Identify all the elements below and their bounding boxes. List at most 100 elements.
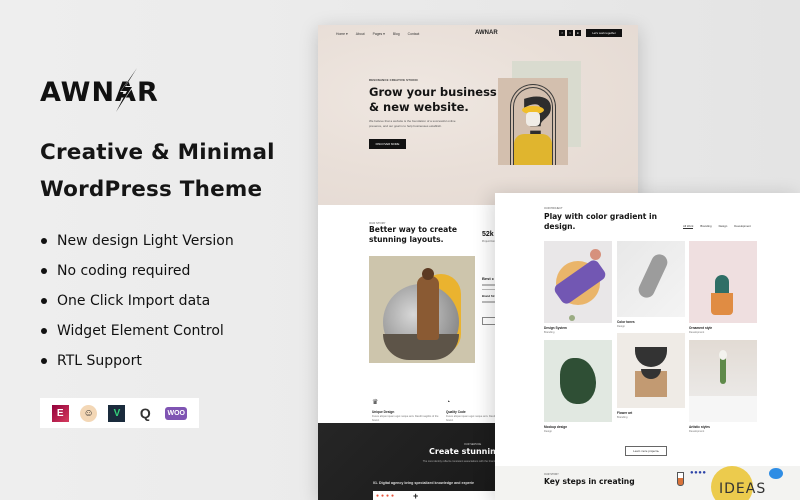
project-title: Color tones — [617, 320, 635, 324]
revolution-slider-icon: Q — [139, 405, 151, 421]
ideas-text: IDEAS — [719, 481, 767, 497]
project-card[interactable]: Color tones Design — [617, 241, 685, 328]
feature-item: New design Light Version — [40, 226, 234, 256]
hero-eyebrow: RESONANCE CREATIVE STUDIO — [369, 78, 418, 82]
bullet-icon — [41, 358, 47, 364]
bullet-icon — [41, 238, 47, 244]
headline-line-1: Creative & Minimal — [40, 140, 275, 165]
project-image — [544, 241, 612, 323]
linkedin-icon[interactable]: in — [575, 30, 581, 36]
project-category: Development — [689, 430, 705, 433]
project-title: Design System — [544, 326, 567, 330]
project-card[interactable]: Flower art Branding — [617, 333, 685, 419]
green-dot — [569, 315, 575, 321]
head-shape — [422, 268, 434, 280]
project-card[interactable]: Ornament style Development — [689, 241, 757, 334]
bullet-icon — [41, 298, 47, 304]
feature-item: Widget Element Control — [40, 316, 234, 346]
top-nav: Home ▾ About Pages ▾ Blog Contact AWNAR … — [318, 25, 638, 43]
headline: Creative & Minimal WordPress Theme — [40, 134, 275, 208]
nav-blog[interactable]: Blog — [393, 32, 400, 36]
project-card[interactable]: Artistic styles Development — [689, 340, 757, 433]
feature-item: One Click Import data — [40, 286, 234, 316]
plus-icon: + — [413, 491, 419, 500]
projects-title: Play with color gradient in design. — [544, 212, 657, 232]
pink-dot — [590, 249, 601, 260]
filter-development[interactable]: Development — [734, 224, 750, 229]
bullet-icon — [41, 328, 47, 334]
facebook-icon[interactable]: f — [559, 30, 565, 36]
feature-label: RTL Support — [57, 353, 142, 369]
hero-title-line-2: & new website. — [369, 100, 469, 114]
feature-label: No coding required — [57, 263, 191, 279]
dots-decoration: ●●●● — [376, 493, 397, 499]
feature-item: RTL Support — [40, 346, 234, 376]
feature-title: Unique Design — [372, 410, 395, 414]
chat-bubble-icon — [769, 468, 783, 479]
project-card[interactable]: Mockup design Design — [544, 340, 612, 433]
project-category: Branding — [544, 331, 555, 334]
bullet-icon — [41, 268, 47, 274]
project-title: Flower art — [617, 411, 633, 415]
project-category: Branding — [617, 416, 628, 419]
logo-text: AWNAR — [40, 76, 159, 108]
cactus — [715, 275, 729, 295]
mailchimp-icon: ☺ — [80, 404, 98, 422]
hero-section: Home ▾ About Pages ▾ Blog Contact AWNAR … — [318, 25, 638, 205]
project-category: Development — [689, 331, 705, 334]
feature-item: No coding required — [40, 256, 234, 286]
elementor-icon: E — [51, 404, 69, 422]
filter-design[interactable]: Design — [719, 224, 728, 229]
hero-description: We believe that a website is the foundat… — [369, 119, 456, 128]
projects-eyebrow: OUR PROJECT — [544, 207, 563, 210]
filter-branding[interactable]: Branding — [700, 224, 711, 229]
feature-label: New design Light Version — [57, 233, 234, 249]
project-image — [544, 340, 612, 422]
project-title: Mockup design — [544, 425, 568, 429]
nav-pages[interactable]: Pages ▾ — [373, 32, 385, 36]
project-title: Ornament style — [689, 326, 713, 330]
silver-leaves — [636, 251, 670, 301]
project-card[interactable]: Design System Branding — [544, 241, 612, 334]
green-leaf — [560, 358, 596, 404]
story-title: Better way to create stunning layouts. — [369, 225, 457, 245]
filter-all-work[interactable]: All Work — [683, 224, 694, 229]
feature-label: One Click Import data — [57, 293, 211, 309]
face-shape — [526, 112, 540, 126]
envato-icon: V — [108, 404, 126, 422]
cup-illustration — [677, 472, 684, 486]
nav-contact[interactable]: Contact — [408, 32, 420, 36]
services-eyebrow: OUR SERVICE — [464, 443, 482, 446]
headline-line-2: WordPress Theme — [40, 177, 263, 202]
woocommerce-icon: WOO — [165, 406, 188, 420]
dots-illustration: ●●●● — [690, 470, 707, 476]
nav-about[interactable]: About — [356, 32, 365, 36]
learn-more-project-button[interactable]: Learn more project ▸ — [625, 446, 667, 456]
key-steps-title: Key steps in creating — [544, 477, 635, 486]
stat-value: 52k — [482, 231, 494, 238]
nav-home[interactable]: Home ▾ — [336, 32, 348, 36]
feature-desc: Fusce aliquet quam eget neque arcu bland… — [372, 415, 439, 422]
hero-art-image: ? — [498, 78, 568, 165]
projects-title-line-2: design. — [544, 222, 576, 231]
project-title: Artistic styles — [689, 425, 710, 429]
white-flowers — [719, 350, 727, 360]
projects-page-mockup: OUR PROJECT Play with color gradient in … — [495, 193, 800, 500]
hero-title-line-1: Grow your business — [369, 85, 497, 99]
lightning-bolt-icon — [114, 66, 138, 114]
hero-title: Grow your business & new website. — [369, 85, 497, 115]
services-title: Create stunning — [429, 447, 502, 456]
feature-list: New design Light Version No coding requi… — [40, 226, 234, 376]
brand-logo: AWNAR — [40, 66, 159, 114]
social-links: f t in — [559, 30, 581, 36]
projects-title-line-1: Play with color gradient in — [544, 212, 658, 221]
project-category: Design — [617, 325, 626, 328]
story-image — [369, 256, 475, 363]
story-title-line-1: Better way to create — [369, 225, 458, 234]
discover-more-button[interactable]: DISCOVER MORE — [369, 139, 406, 149]
feature-unique-design: ♛ Unique Design Fusce aliquet quam eget … — [372, 399, 442, 423]
nav-logo[interactable]: AWNAR — [475, 30, 498, 36]
cta-button[interactable]: Let's work together — [586, 29, 622, 37]
twitter-icon[interactable]: t — [567, 30, 573, 36]
project-image — [617, 333, 685, 408]
